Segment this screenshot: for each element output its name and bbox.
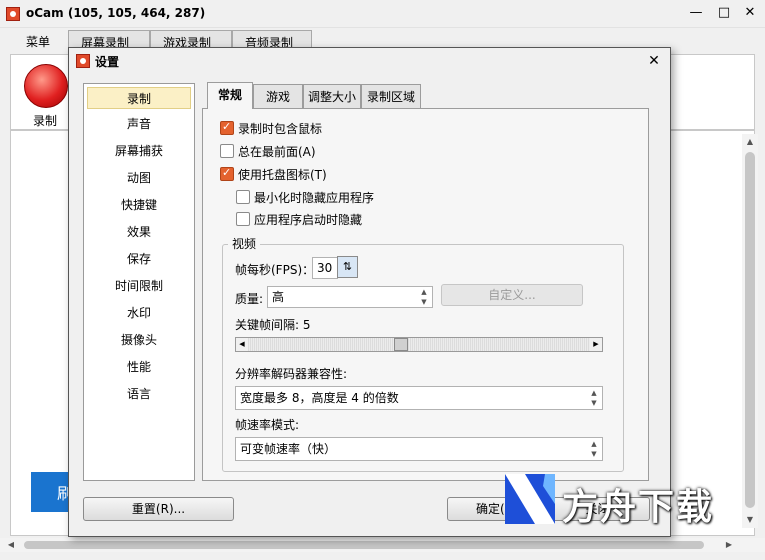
watermark-logo-icon — [505, 474, 555, 524]
quality-label: 质量: — [235, 292, 264, 306]
scroll-right-arrow-icon[interactable]: ▶ — [722, 538, 736, 552]
category-item-time-limit[interactable]: 时间限制 — [84, 275, 194, 297]
codec-compat-select[interactable]: 宽度最多 8，高度是 4 的倍数 — [235, 386, 603, 410]
always-on-top-label[interactable]: 总在最前面(A) — [238, 143, 316, 160]
maximize-button[interactable]: □ — [714, 4, 734, 22]
video-group-label: 视频 — [228, 235, 261, 252]
main-window-title: oCam (105, 105, 464, 287) — [26, 6, 206, 20]
scroll-left-arrow-icon[interactable]: ◀ — [4, 538, 18, 552]
reset-button[interactable]: 重置(R)... — [83, 497, 234, 521]
tray-icon-checkbox[interactable] — [220, 166, 234, 181]
fps-input[interactable]: 30 — [312, 257, 338, 279]
keyframe-interval-label: 关键帧间隔: 5 — [235, 318, 311, 332]
dialog-app-icon — [76, 54, 90, 68]
include-cursor-label[interactable]: 录制时包含鼠标 — [238, 120, 322, 137]
tab-record-area[interactable]: 录制区域 — [361, 84, 421, 108]
category-item-language[interactable]: 语言 — [84, 383, 194, 405]
close-button[interactable]: ✕ — [740, 4, 760, 22]
keyframe-slider-thumb[interactable] — [394, 338, 408, 351]
keyframe-interval-slider[interactable] — [235, 337, 603, 352]
slider-left-arrow-icon[interactable]: ◀ — [236, 338, 248, 351]
hide-on-start-checkbox[interactable] — [236, 212, 250, 226]
category-item-record[interactable]: 录制 — [87, 87, 191, 109]
quality-spinner-icon[interactable]: ▲ ▼ — [416, 287, 432, 307]
framerate-mode-label: 帧速率模式: — [235, 418, 300, 432]
watermark-text: 方舟下载 — [562, 487, 715, 528]
codec-compat-spinner-icon[interactable]: ▲ ▼ — [586, 388, 602, 408]
fps-label: 帧每秒(FPS)： — [235, 263, 315, 277]
category-item-hotkeys[interactable]: 快捷键 — [84, 194, 194, 216]
category-item-screen-capture[interactable]: 屏幕捕获 — [84, 140, 194, 162]
dialog-titlebar — [69, 48, 670, 74]
hide-on-minimize-checkbox[interactable] — [236, 190, 250, 204]
horizontal-scroll-thumb[interactable] — [24, 541, 704, 549]
tray-icon-label[interactable]: 使用托盘图标(T) — [238, 166, 327, 183]
category-item-effects[interactable]: 效果 — [84, 221, 194, 243]
hide-on-minimize-label[interactable]: 最小化时隐藏应用程序 — [254, 189, 374, 206]
ocam-logo-icon — [6, 7, 20, 21]
hide-on-start-label[interactable]: 应用程序启动时隐藏 — [254, 211, 362, 228]
quality-select[interactable]: 高 — [267, 286, 433, 308]
category-item-gif[interactable]: 动图 — [84, 167, 194, 189]
scroll-up-arrow-icon[interactable]: ▲ — [742, 134, 758, 150]
category-item-watermark[interactable]: 水印 — [84, 302, 194, 324]
dialog-title: 设置 — [95, 55, 120, 69]
vertical-scroll-thumb[interactable] — [745, 152, 755, 508]
codec-compat-label: 分辨率解码器兼容性: — [235, 367, 348, 381]
record-icon[interactable] — [24, 64, 68, 108]
category-item-save[interactable]: 保存 — [84, 248, 194, 270]
tab-general[interactable]: 常规 — [207, 82, 253, 109]
slider-right-arrow-icon[interactable]: ▶ — [590, 338, 602, 351]
framerate-mode-spinner-icon[interactable]: ▲ ▼ — [586, 439, 602, 459]
framerate-mode-select[interactable]: 可变帧速率（快） — [235, 437, 603, 461]
minimize-button[interactable]: — — [686, 4, 706, 22]
menu-tab-menu[interactable]: 菜单 — [14, 30, 62, 54]
include-cursor-checkbox[interactable] — [220, 120, 234, 135]
category-item-performance[interactable]: 性能 — [84, 356, 194, 378]
category-item-webcam[interactable]: 摄像头 — [84, 329, 194, 351]
dialog-close-button[interactable]: ✕ — [644, 52, 664, 70]
tab-resize[interactable]: 调整大小 — [303, 84, 361, 108]
always-on-top-checkbox[interactable] — [220, 144, 234, 158]
scroll-down-arrow-icon[interactable]: ▼ — [742, 512, 758, 528]
record-label[interactable]: 录制 — [33, 112, 57, 129]
tab-game[interactable]: 游戏 — [253, 84, 303, 108]
custom-quality-button: 自定义... — [441, 284, 583, 306]
category-item-audio[interactable]: 声音 — [84, 113, 194, 135]
fps-adjust-icon[interactable]: ⇅ — [337, 256, 358, 278]
